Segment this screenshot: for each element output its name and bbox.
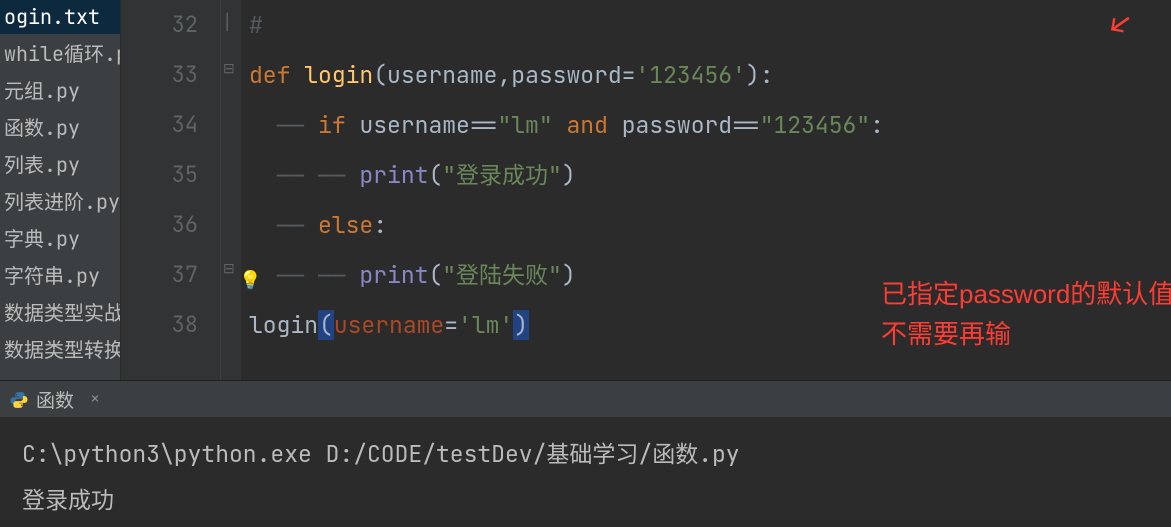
run-tab-label: 函数 [36,386,74,413]
operator: == [470,110,498,140]
comment: # [249,10,263,40]
paren: ) [562,260,576,290]
line-number: 38 [121,300,198,350]
line-gutter: 32 33 34 35 36 37 38 [121,0,221,380]
fold-line-icon: │ [223,14,231,32]
kwarg: username [334,310,444,340]
paren: ( [428,260,442,290]
file-item[interactable]: 函数.py [0,108,120,145]
guide: —— [277,210,318,240]
keyword: if [318,110,346,140]
code-line[interactable]: —— else: [241,200,1171,250]
string: 'lm' [458,310,513,340]
fold-minus-icon[interactable]: ⊟ [223,60,235,78]
python-icon [10,390,28,408]
file-item[interactable]: while循环.py [0,34,120,71]
line-number: 37 [121,250,198,300]
file-item[interactable]: 元组.py [0,71,120,108]
paren: ) [746,60,760,90]
code-line[interactable]: def login(username,password='123456'): [241,50,1171,100]
colon: : [870,110,884,140]
paren: ( [373,60,387,90]
file-item[interactable]: 列表.py [0,145,120,182]
line-number: 36 [121,200,198,250]
function-name: login [304,60,373,90]
param: password [511,60,621,90]
string: "登录成功" [442,160,562,190]
file-item[interactable]: 字符串.py [0,256,120,293]
operator: == [732,110,760,140]
console-line: C:\python3\python.exe D:/CODE/testDev/基础… [22,431,1171,477]
project-sidebar[interactable]: ogin.txt while循环.py 元组.py 函数.py 列表.py 列表… [0,0,121,380]
line-number: 33 [121,50,198,100]
comma: , [497,60,511,90]
console-line: 登录成功 [22,477,1171,523]
run-tab[interactable]: 函数 × [10,386,100,413]
code-line[interactable]: —— —— print("登录成功") [241,150,1171,200]
keyword: else [318,210,373,240]
paren: ) [562,160,576,190]
paren: ( [428,160,442,190]
file-item[interactable]: 数据类型实战 [0,293,120,330]
colon: : [373,210,387,240]
string: '123456' [635,60,745,90]
console-output[interactable]: C:\python3\python.exe D:/CODE/testDev/基础… [0,417,1171,527]
line-number: 34 [121,100,198,150]
file-item[interactable]: 字典.py [0,219,120,256]
paren-highlight: ) [513,310,529,340]
bulb-icon[interactable]: 💡 [239,256,261,306]
colon: : [760,60,774,90]
paren-highlight: ( [318,310,334,340]
equals: = [444,310,458,340]
line-number: 32 [121,0,198,50]
identifier: login [249,310,318,340]
string: "123456" [760,110,870,140]
line-number: 35 [121,150,198,200]
code-line[interactable]: —— if username=="lm" and password=="1234… [241,100,1171,150]
file-item[interactable]: 列表进阶.py [0,182,120,219]
annotation-text: 已指定password的默认值，就 不需要再输 [881,274,1171,354]
builtin: print [359,160,428,190]
run-tabbar[interactable]: 函数 × [0,381,1171,417]
file-item[interactable]: ogin.txt [0,0,120,34]
guide: —— —— [277,160,360,190]
file-item[interactable]: 数据类型转换 [0,330,120,367]
code-line[interactable]: # [241,0,1171,50]
identifier: username [359,110,469,140]
guide: —— [277,110,318,140]
keyword: def [249,60,290,90]
builtin: print [359,260,428,290]
fold-end-icon[interactable]: ⊟ [223,260,235,278]
param: username [387,60,497,90]
guide: —— —— [277,260,360,290]
fold-column: │ ⊟ ⊟ [221,0,241,380]
identifier: password [622,110,732,140]
keyword: and [566,110,607,140]
string: "lm" [497,110,552,140]
string: "登陆失败" [442,260,562,290]
code-editor[interactable]: ↙ 💡 # def login(username,password='12345… [241,0,1171,380]
equals: = [622,60,636,90]
close-icon[interactable]: × [90,388,100,410]
